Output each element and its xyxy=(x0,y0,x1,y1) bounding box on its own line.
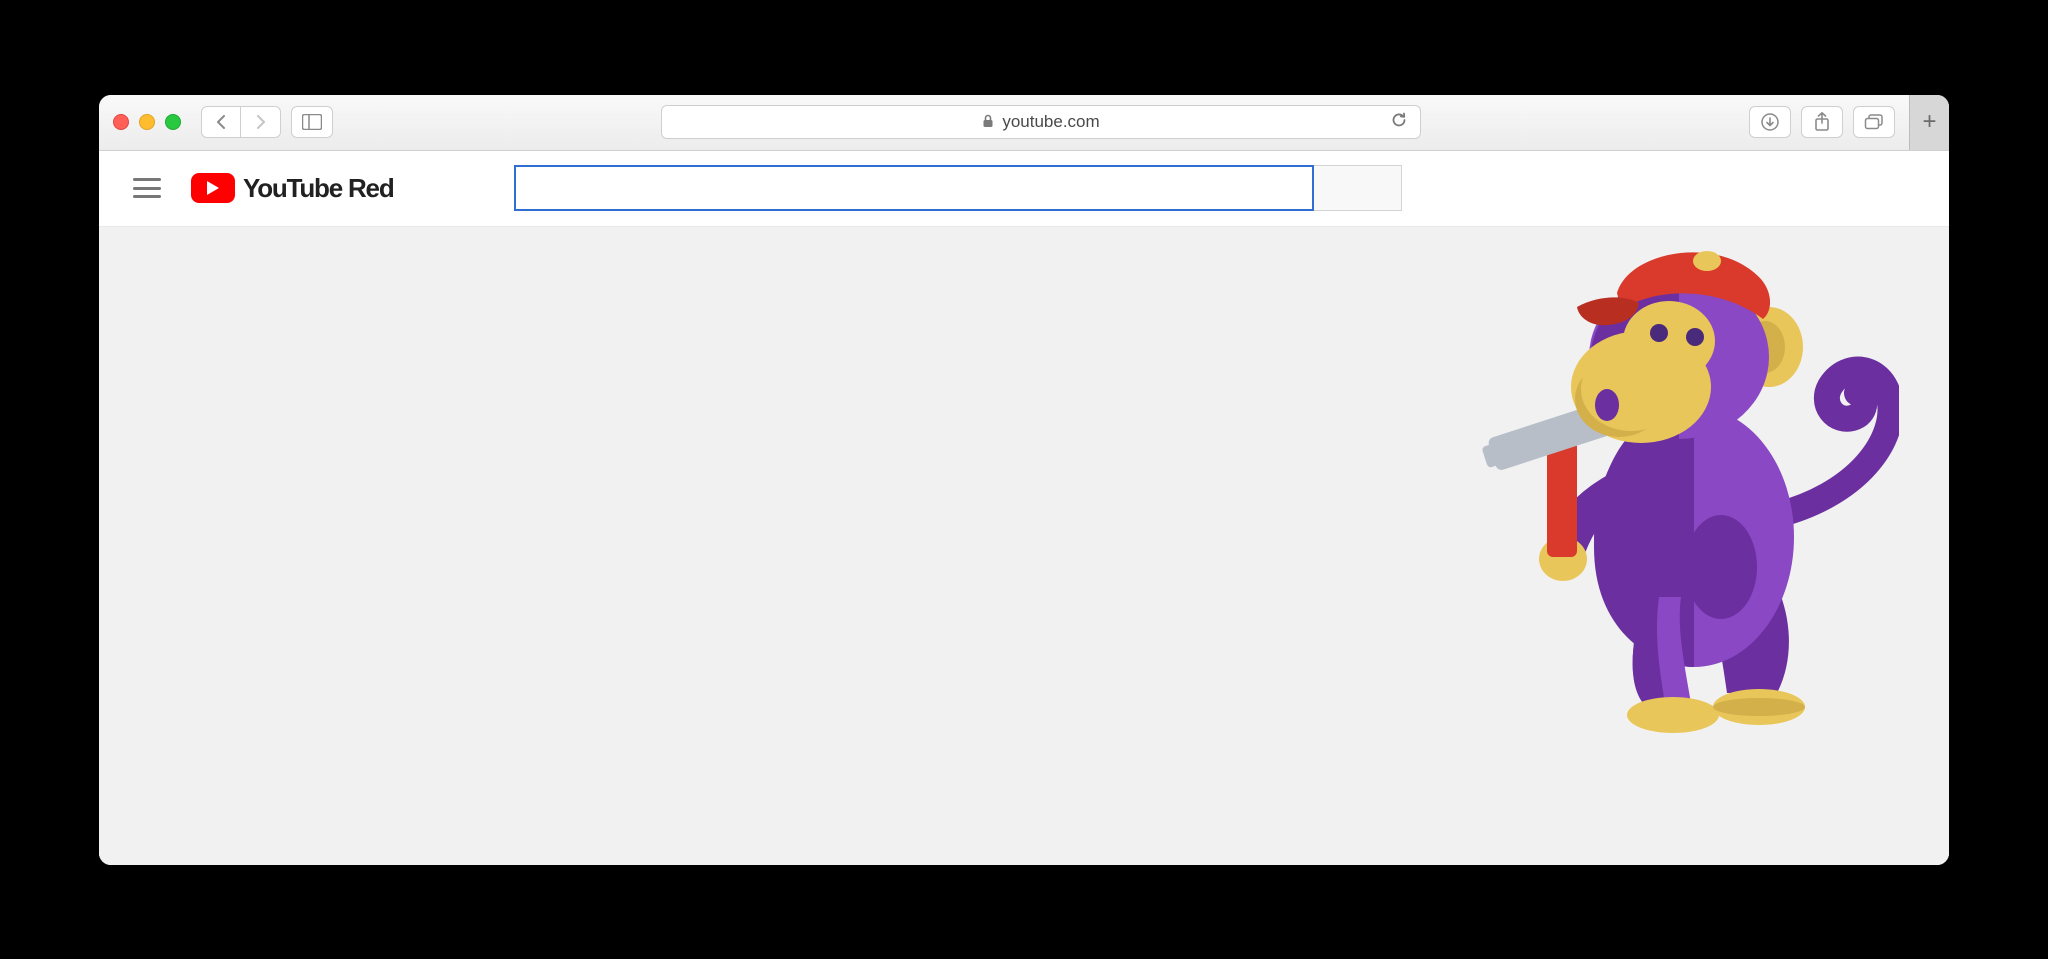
address-bar[interactable]: youtube.com xyxy=(661,105,1421,139)
search-button[interactable] xyxy=(1314,165,1402,211)
search-input[interactable] xyxy=(514,165,1314,211)
toolbar-right xyxy=(1749,106,1895,138)
window-controls xyxy=(113,114,181,130)
browser-titlebar: youtube.com + xyxy=(99,95,1949,151)
address-url: youtube.com xyxy=(1002,112,1099,132)
new-tab-button[interactable]: + xyxy=(1909,95,1949,151)
maximize-window-button[interactable] xyxy=(165,114,181,130)
reload-button[interactable] xyxy=(1390,111,1408,134)
youtube-logo[interactable]: YouTube Red xyxy=(191,173,394,204)
error-monkey-illustration xyxy=(1459,237,1899,757)
downloads-button[interactable] xyxy=(1749,106,1791,138)
youtube-logo-text: YouTube Red xyxy=(243,173,394,204)
minimize-window-button[interactable] xyxy=(139,114,155,130)
close-window-button[interactable] xyxy=(113,114,129,130)
lock-icon xyxy=(982,114,994,131)
forward-button[interactable] xyxy=(241,106,281,138)
back-button[interactable] xyxy=(201,106,241,138)
error-body xyxy=(99,227,1949,865)
search-form xyxy=(514,165,1402,211)
nav-buttons xyxy=(201,106,281,138)
tabs-button[interactable] xyxy=(1853,106,1895,138)
page-content: YouTube Red xyxy=(99,151,1949,865)
youtube-header: YouTube Red xyxy=(99,151,1949,227)
share-button[interactable] xyxy=(1801,106,1843,138)
safari-window: youtube.com + xyxy=(99,95,1949,865)
menu-button[interactable] xyxy=(133,178,161,198)
sidebar-toggle-button[interactable] xyxy=(291,106,333,138)
youtube-play-icon xyxy=(191,173,235,203)
